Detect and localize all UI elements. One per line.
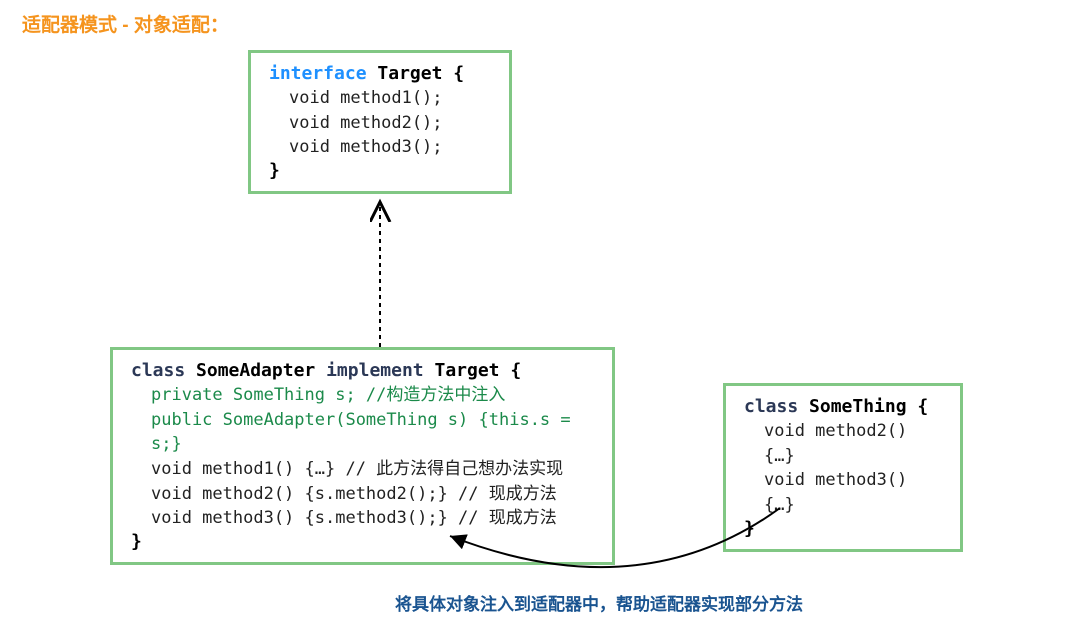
adapter-line-private: private SomeThing s; //构造方法中注入 [131, 383, 594, 408]
adapter-method-line: void method1() {…} // 此方法得自己想办法实现 [131, 457, 594, 482]
class-adapter-box: class SomeAdapter implement Target { pri… [110, 347, 615, 565]
target-method-line: void method2(); [269, 111, 491, 136]
target-method-line: void method1(); [269, 86, 491, 111]
adapter-method-line: void method3() {s.method3();} // 现成方法 [131, 506, 594, 531]
adapter-header: class SomeAdapter implement Target { [131, 360, 594, 381]
keyword-class: class [744, 396, 798, 417]
bottom-caption: 将具体对象注入到适配器中，帮助适配器实现部分方法 [395, 590, 803, 615]
something-header: class SomeThing { [744, 396, 942, 417]
target-name: Target [377, 63, 442, 84]
something-method-line: void method2() {…} [744, 419, 942, 468]
brace-open: { [510, 360, 521, 381]
keyword-implement: implement [326, 360, 424, 381]
adapter-line-constructor: public SomeAdapter(SomeThing s) {this.s … [131, 408, 594, 457]
keyword-interface: interface [269, 63, 367, 84]
brace-close: } [744, 518, 942, 539]
interface-target-box: interface Target { void method1(); void … [248, 50, 512, 194]
target-method-line: void method3(); [269, 135, 491, 160]
brace-close: } [269, 160, 491, 181]
something-name: SomeThing [809, 396, 907, 417]
brace-open: { [917, 396, 928, 417]
something-method-line: void method3() {…} [744, 468, 942, 517]
brace-open: { [453, 63, 464, 84]
target-header: interface Target { [269, 63, 491, 84]
brace-close: } [131, 531, 594, 552]
class-something-box: class SomeThing { void method2() {…} voi… [723, 383, 963, 552]
adapter-impl-name: Target [434, 360, 499, 381]
keyword-class: class [131, 360, 185, 381]
diagram-title: 适配器模式 - 对象适配： [22, 10, 229, 37]
adapter-name: SomeAdapter [196, 360, 315, 381]
adapter-method-line: void method2() {s.method2();} // 现成方法 [131, 482, 594, 507]
